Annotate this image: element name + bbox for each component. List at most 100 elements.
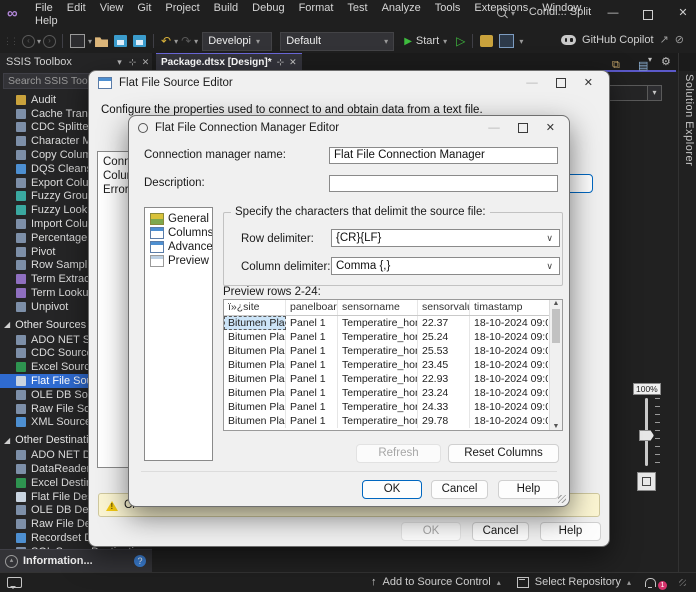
row-delimiter-dropdown[interactable]: {CR}{LF} ∨ [331,229,560,247]
toolbar-grip[interactable]: ⋮⋮ [3,36,19,47]
table-row[interactable]: Bitumen PlantPanel 1 Temperatire_hon...2… [224,330,562,344]
settings-gear-icon[interactable]: ⚙ [661,55,671,68]
menu-project[interactable]: Project [158,1,206,15]
scroll-down-icon[interactable]: ▼ [553,423,560,430]
help-button[interactable]: Help [540,522,601,541]
column-header[interactable]: ï»¿site [224,300,286,315]
toolbar-overflow-icon[interactable]: ▾ [519,37,523,46]
dialog-close-button[interactable]: ✕ [546,121,555,134]
dialog-resize-grip[interactable] [558,495,566,503]
help-button[interactable]: Help [498,480,559,499]
dialog-close-button[interactable]: ✕ [584,76,593,89]
start-debug-button[interactable]: ▶ Start ▾ [404,35,447,47]
scroll-up-icon[interactable]: ▲ [553,300,560,307]
search-icon[interactable] [497,8,506,17]
table-row[interactable]: Bitumen PlantPanel 1 Temperatire_hon...2… [224,372,562,386]
toolbox-pin-icon[interactable]: ⊹ [126,57,139,68]
table-row[interactable]: Bitumen PlantPanel 1 Temperatire_hon...2… [224,400,562,414]
column-header[interactable]: panelboard [286,300,338,315]
add-to-source-control-button[interactable]: Add to Source Control [383,576,491,588]
save-all-icon[interactable] [133,35,147,47]
start-without-debugging-icon[interactable]: ▷ [456,34,465,48]
copilot-status-icon[interactable]: ⊘ [675,33,684,46]
attach-process-icon[interactable] [499,34,515,48]
menu-test[interactable]: Test [340,1,374,15]
cancel-button[interactable]: Cancel [431,480,488,499]
raw-file-destination-icon [16,519,26,530]
copilot-label[interactable]: GitHub Copilot [582,34,654,46]
search-caret-icon[interactable]: ▾ [511,9,515,18]
menu-view[interactable]: View [93,1,131,15]
column-header[interactable]: sensorname [338,300,418,315]
page-advanced[interactable]: Advanced [145,240,212,254]
selected-cell[interactable]: Bitumen Plant [224,316,286,330]
table-row[interactable]: Bitumen PlantPanel 1 Temperatire_hon...2… [224,414,562,428]
menu-analyze[interactable]: Analyze [375,1,428,15]
table-row[interactable]: Bitumen PlantPanel 1 Temperatire_hon...2… [224,386,562,400]
notifications-bell-icon[interactable] [645,577,656,588]
cancel-button[interactable]: Cancel [472,522,529,541]
page-preview[interactable]: Preview [145,254,212,268]
toolbox-caret-icon[interactable]: ▾ [113,57,126,68]
menu-tools[interactable]: Tools [428,1,468,15]
xml-source-icon [16,417,26,428]
open-folder-icon[interactable] [95,37,109,47]
description-input[interactable] [329,175,558,192]
window-resize-grip[interactable] [679,578,686,586]
pin-tab-icon[interactable]: ⊹ [277,57,285,68]
save-icon[interactable] [114,35,128,47]
package-explorer-icon[interactable]: ⧉ [612,59,620,72]
table-row[interactable]: Bitumen PlantPanel 1 Temperatire_hon...2… [224,358,562,372]
navigate-forward-icon[interactable]: › [43,34,57,48]
menu-debug[interactable]: Debug [245,1,291,15]
information-expander[interactable]: ▴ Information... ? [0,549,152,572]
solution-configuration-dropdown[interactable]: Developi ▾ [202,31,273,51]
table-row[interactable]: Bitumen Plant Panel 1Temperatire_hon... … [224,316,562,330]
dialog-maximize-button[interactable] [517,122,528,133]
connection-manager-icon [138,123,148,133]
navigate-back-icon[interactable]: ‹ [22,34,35,48]
column-header[interactable]: timastamp [470,300,548,315]
table-scrollbar[interactable]: ▲ ▼ [549,300,562,430]
menu-file[interactable]: File [28,1,60,15]
solution-explorer-side-tab[interactable]: Solution Explorer [683,74,695,166]
dialog-minimize-button[interactable]: — [488,122,500,134]
select-repository-button[interactable]: Select Repository [535,576,621,588]
navigate-back-caret-icon[interactable]: ▾ [37,37,41,46]
tab-list-caret-icon[interactable]: ▾ [648,55,652,64]
undo-caret-icon[interactable]: ▾ [174,37,178,46]
menu-format[interactable]: Format [292,1,341,15]
window-minimize-button[interactable]: — [606,4,620,22]
window-close-button[interactable]: ✕ [676,4,690,22]
find-in-files-icon[interactable] [480,35,494,47]
connection-name-input[interactable]: Flat File Connection Manager [329,147,558,164]
share-icon[interactable]: ↗ [660,33,669,46]
page-columns[interactable]: Columns [145,226,212,240]
page-general[interactable]: General [145,212,212,226]
column-header[interactable]: sensorvalue [418,300,470,315]
column-delimiter-dropdown[interactable]: Comma {,} ∨ [331,257,560,275]
ole-db-destination-icon [16,505,26,516]
menu-git[interactable]: Git [130,1,158,15]
tab-package-dtsx[interactable]: Package.dtsx [Design]* ⊹ ✕ [156,53,302,71]
github-copilot-icon[interactable] [561,34,577,45]
menu-help[interactable]: Help [28,15,65,27]
close-tab-icon[interactable]: ✕ [289,57,297,68]
variables-list-icon[interactable]: ▤ [638,59,648,72]
reset-columns-button[interactable]: Reset Columns [448,444,559,463]
menu-build[interactable]: Build [207,1,245,15]
scrollbar-thumb[interactable] [552,309,560,343]
dialog-maximize-button[interactable] [555,77,566,88]
toolbox-close-icon[interactable]: ✕ [139,57,152,68]
feedback-bubble-icon[interactable] [7,577,22,589]
new-project-icon[interactable] [70,34,86,48]
menu-edit[interactable]: Edit [60,1,93,15]
window-maximize-button[interactable] [643,10,653,20]
ok-button[interactable]: OK [362,480,422,499]
new-project-caret-icon[interactable]: ▾ [88,37,92,46]
help-question-icon[interactable]: ? [134,555,146,567]
zoom-to-fit-button[interactable] [637,472,656,491]
undo-icon[interactable]: ↶ [161,34,171,48]
table-row[interactable]: Bitumen PlantPanel 1 Temperatire_hon...2… [224,344,562,358]
solution-platform-dropdown[interactable]: Default ▾ [280,31,395,51]
